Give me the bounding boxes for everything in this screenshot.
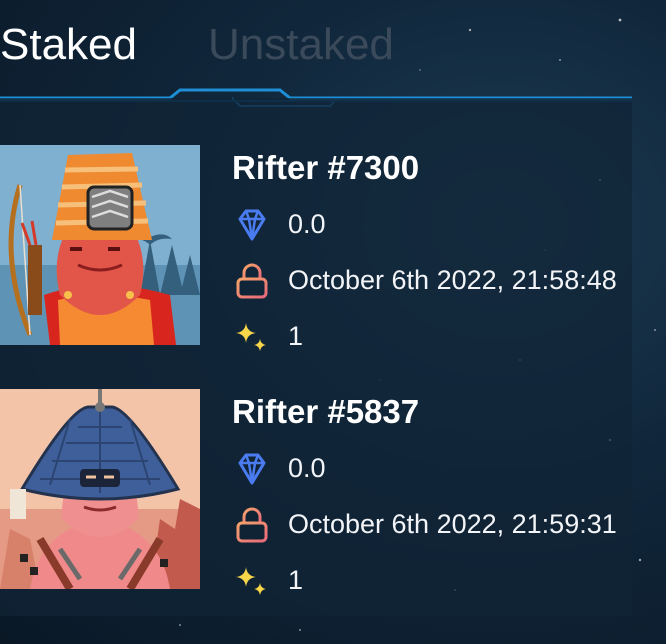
nft-card[interactable]: Rifter #7300 0.0 October 6th 2022, 21:58… [0,145,632,351]
nft-avatar [0,389,200,589]
reward-row: 0.0 [232,203,632,243]
multiplier-value: 1 [288,321,304,351]
staked-date-value: October 6th 2022, 21:58:48 [288,265,617,295]
nft-card[interactable]: Rifter #5837 0.0 October 6th 2022, 21:59… [0,389,632,595]
nft-name: Rifter #7300 [232,149,420,186]
tab-unstaked[interactable]: Unstaked [208,18,394,72]
multiplier-row: 1 [232,315,632,355]
reward-row: 0.0 [232,447,632,487]
staked-date-row: October 6th 2022, 21:58:48 [232,259,632,299]
gem-icon [238,209,266,241]
sparkles-icon [236,567,266,595]
gem-icon [238,453,266,485]
reward-value: 0.0 [288,453,326,483]
sparkles-icon [236,323,266,351]
tab-staked[interactable]: Staked [0,18,137,72]
nft-name: Rifter #5837 [232,393,420,430]
reward-value: 0.0 [288,209,326,239]
nft-avatar [0,145,200,345]
lock-icon [236,507,268,543]
multiplier-row: 1 [232,559,632,599]
multiplier-value: 1 [288,565,304,595]
staked-date-row: October 6th 2022, 21:59:31 [232,503,632,543]
lock-icon [236,263,268,299]
staked-date-value: October 6th 2022, 21:59:31 [288,509,617,539]
